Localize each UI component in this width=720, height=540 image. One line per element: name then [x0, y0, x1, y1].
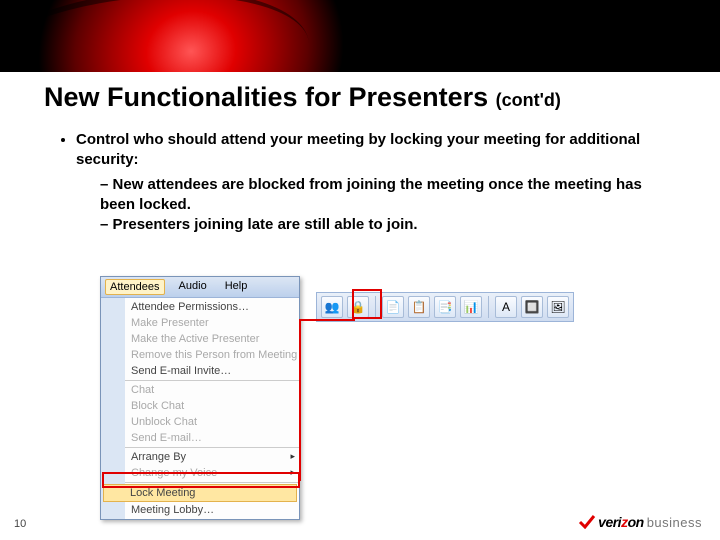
bullet-sub-2: Presenters joining late are still able t…: [100, 215, 660, 235]
app-screenshot: Attendees Audio Help Attendee Permission…: [100, 276, 300, 520]
verizon-check-icon: [578, 515, 596, 529]
toolbar-image-icon[interactable]: 🖼: [547, 296, 569, 318]
toolbar-attendees-icon[interactable]: 👥: [321, 296, 343, 318]
menubar-attendees[interactable]: Attendees: [105, 279, 165, 295]
menu-unblock-chat: Unblock Chat: [125, 414, 299, 430]
bullet-main-text: Control who should attend your meeting b…: [76, 131, 640, 168]
slide-title-suffix: (cont'd): [496, 90, 561, 110]
menubar: Attendees Audio Help: [101, 277, 299, 298]
menubar-audio[interactable]: Audio: [175, 279, 211, 295]
logo-subtext: business: [647, 515, 702, 530]
menu-separator: [125, 380, 299, 381]
toolbar-doc-icon[interactable]: 📄: [382, 296, 404, 318]
menu-separator: [125, 447, 299, 448]
menu-meeting-lobby[interactable]: Meeting Lobby…: [125, 502, 299, 518]
toolbar: 👥 🔒 📄 📋 📑 📊 A 🔲 🖼: [316, 292, 574, 322]
slide-title: New Functionalities for Presenters (cont…: [44, 82, 561, 113]
menu-make-presenter: Make Presenter: [125, 315, 299, 331]
menu-separator: [125, 482, 299, 483]
logo-text: verizon: [598, 514, 644, 530]
logo-suffix: on: [628, 514, 644, 530]
menu-arrange-by[interactable]: Arrange By: [125, 449, 299, 465]
menu-chat: Chat: [125, 382, 299, 398]
attendees-dropdown-menu: Attendee Permissions… Make Presenter Mak…: [101, 298, 299, 519]
menu-lock-meeting[interactable]: Lock Meeting: [103, 484, 297, 502]
menu-attendee-permissions[interactable]: Attendee Permissions…: [125, 299, 299, 315]
bullet-sub-1: New attendees are blocked from joining t…: [100, 175, 660, 216]
menu-send-email-invite[interactable]: Send E-mail Invite…: [125, 363, 299, 379]
bullet-main: Control who should attend your meeting b…: [76, 130, 660, 235]
menubar-help[interactable]: Help: [221, 279, 252, 295]
slide-title-main: New Functionalities for Presenters: [44, 82, 496, 112]
toolbar-separator: [488, 296, 489, 318]
toolbar-text-icon[interactable]: A: [495, 296, 517, 318]
menu-change-voice: Change my Voice: [125, 465, 299, 481]
verizon-business-logo: verizonbusiness: [578, 514, 702, 530]
page-number: 10: [14, 518, 26, 530]
toolbar-lock-icon[interactable]: 🔒: [347, 296, 369, 318]
toolbar-pages-icon[interactable]: 📑: [434, 296, 456, 318]
logo-prefix: veri: [598, 514, 621, 530]
toolbar-clipboard-icon[interactable]: 📋: [408, 296, 430, 318]
toolbar-window-icon[interactable]: 🔲: [521, 296, 543, 318]
menu-remove-person: Remove this Person from Meeting: [125, 347, 299, 363]
menu-send-email: Send E-mail…: [125, 430, 299, 446]
slide-content: Control who should attend your meeting b…: [60, 130, 660, 235]
menu-make-active-presenter: Make the Active Presenter: [125, 331, 299, 347]
callout-connector-line: [299, 319, 301, 481]
menu-block-chat: Block Chat: [125, 398, 299, 414]
toolbar-chart-icon[interactable]: 📊: [460, 296, 482, 318]
toolbar-separator: [375, 296, 376, 318]
